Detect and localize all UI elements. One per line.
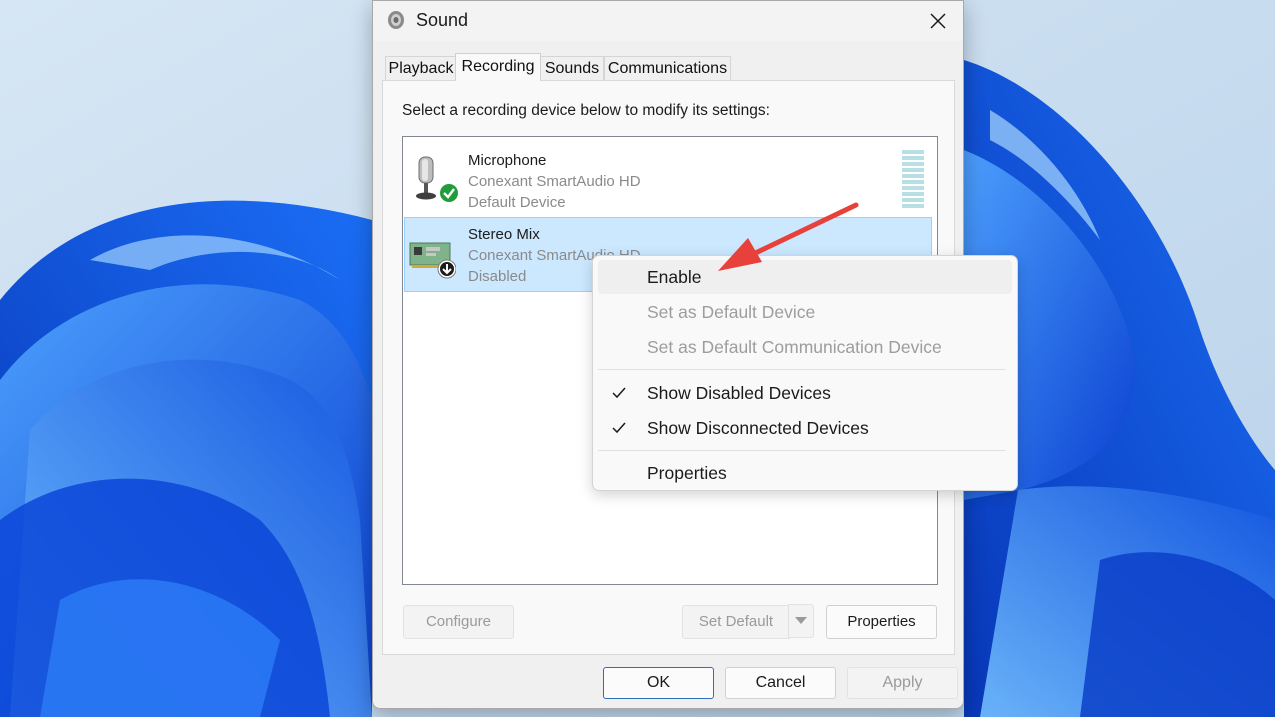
device-status: Disabled xyxy=(468,268,527,285)
checkmark-icon xyxy=(612,422,626,434)
menu-label: Set as Default Communication Device xyxy=(647,337,942,357)
menu-separator xyxy=(598,369,1006,370)
default-check-icon xyxy=(440,184,458,202)
properties-button[interactable]: Properties xyxy=(826,605,937,639)
menu-label: Set as Default Device xyxy=(647,302,816,322)
window-title: Sound xyxy=(416,10,469,30)
menu-separator xyxy=(598,450,1006,451)
configure-button[interactable]: Configure xyxy=(403,605,514,639)
device-status: Default Device xyxy=(468,194,566,211)
level-meter xyxy=(902,150,924,208)
set-default-dropdown[interactable] xyxy=(788,604,814,638)
title-bar[interactable]: Sound xyxy=(373,1,963,41)
close-button[interactable] xyxy=(913,1,963,41)
device-name: Stereo Mix xyxy=(468,226,540,243)
speaker-icon xyxy=(388,11,404,29)
tab-sounds[interactable]: Sounds xyxy=(540,56,604,80)
checkmark-icon xyxy=(612,387,626,399)
menu-item-properties[interactable]: Properties xyxy=(598,456,1012,490)
menu-item-show-disabled-devices[interactable]: Show Disabled Devices xyxy=(598,376,1012,410)
device-name: Microphone xyxy=(468,152,547,169)
microphone-icon xyxy=(416,156,458,202)
apply-button[interactable]: Apply xyxy=(847,667,958,699)
tab-recording[interactable]: Recording xyxy=(455,53,541,81)
menu-item-set-default-device[interactable]: Set as Default Device xyxy=(598,295,1012,329)
ok-button[interactable]: OK xyxy=(603,667,714,699)
menu-label: Show Disconnected Devices xyxy=(647,418,869,438)
context-menu: Enable Set as Default Device Set as Defa… xyxy=(592,255,1018,491)
menu-label: Enable xyxy=(647,267,702,287)
instruction-text: Select a recording device below to modif… xyxy=(402,102,770,119)
menu-item-show-disconnected-devices[interactable]: Show Disconnected Devices xyxy=(598,411,1012,445)
menu-label: Properties xyxy=(647,463,727,483)
tab-communications[interactable]: Communications xyxy=(604,56,731,80)
menu-item-set-default-communication-device[interactable]: Set as Default Communication Device xyxy=(598,330,1012,364)
menu-item-enable[interactable]: Enable xyxy=(598,260,1012,294)
device-driver: Conexant SmartAudio HD xyxy=(468,173,641,190)
set-default-button[interactable]: Set Default xyxy=(682,605,790,639)
tab-playback[interactable]: Playback xyxy=(385,56,457,80)
chevron-down-icon xyxy=(795,617,807,624)
device-item-microphone[interactable]: Microphone Conexant SmartAudio HD Defaul… xyxy=(404,140,932,215)
menu-label: Show Disabled Devices xyxy=(647,383,831,403)
sound-card-icon xyxy=(409,242,456,279)
cancel-button[interactable]: Cancel xyxy=(725,667,836,699)
close-icon xyxy=(930,13,946,29)
